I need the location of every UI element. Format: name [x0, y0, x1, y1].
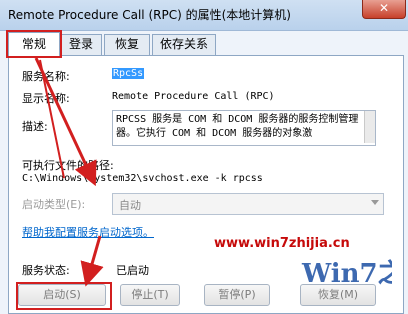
- annotation-box-general-tab: [6, 30, 62, 58]
- annotation-arrow-to-path: [34, 57, 97, 187]
- annotation-arrow-to-start: [80, 235, 104, 287]
- annotation-arrow-secondary: [39, 59, 65, 179]
